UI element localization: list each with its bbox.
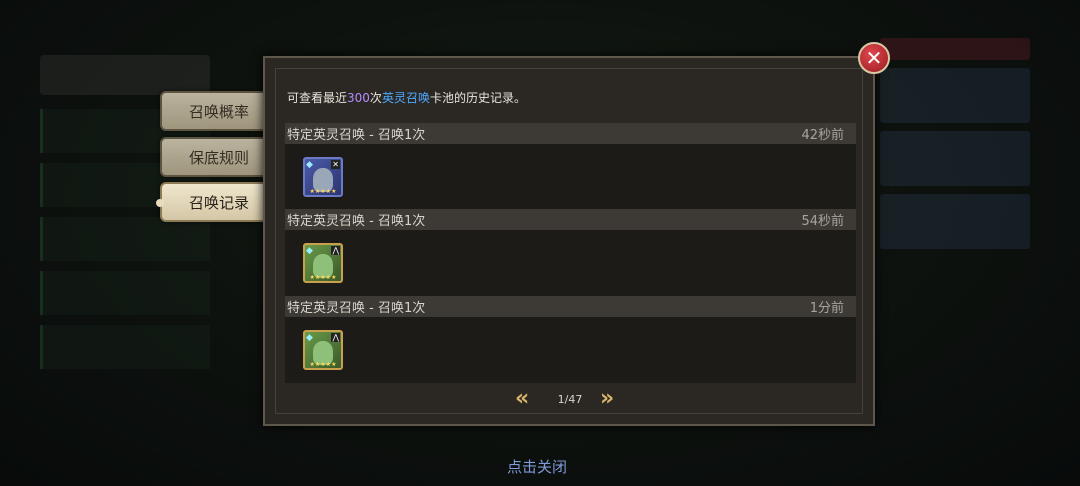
element-icon: ◆ (306, 246, 313, 256)
notice-suffix: 卡池的历史记录。 (429, 91, 526, 105)
element-icon: ◆ (306, 160, 313, 170)
next-page-button[interactable]: » (600, 388, 614, 410)
record-time: 1分前 (809, 301, 844, 316)
hero-card-icon[interactable]: ◆ ⋀ ★★★★★ (303, 243, 343, 283)
record-time: 54秒前 (801, 214, 844, 229)
active-tab-indicator (156, 199, 164, 207)
record-body: ◆ ✕ ★★★★★ (285, 144, 856, 210)
tab-label: 召唤概率 (188, 102, 249, 121)
record-header: 特定英灵召唤 - 召唤1次 54秒前 (285, 209, 856, 230)
hero-card-icon[interactable]: ◆ ⋀ ★★★★★ (303, 330, 343, 370)
page-indicator: 1/47 (557, 393, 583, 406)
record-body: ◆ ⋀ ★★★★★ (285, 230, 856, 296)
record-header: 特定英灵召唤 - 召唤1次 42秒前 (285, 123, 856, 144)
background-team-panel (880, 30, 1030, 330)
class-icon: ✕ (331, 160, 340, 169)
record-title: 特定英灵召唤 - 召唤1次 (287, 214, 426, 229)
previous-page-button[interactable]: « (515, 388, 529, 410)
notice-prefix: 可查看最近 (287, 91, 348, 105)
record-header: 特定英灵召唤 - 召唤1次 1分前 (285, 296, 856, 317)
class-icon: ⋀ (331, 333, 340, 342)
star-rating-icon: ★★★★★ (309, 361, 337, 368)
pagination: « 1/47 » (515, 388, 625, 412)
close-icon: ✕ (865, 46, 883, 70)
tab-label: 召唤记录 (188, 193, 249, 212)
record-body: ◆ ⋀ ★★★★★ (285, 317, 856, 383)
notice-count: 300 (347, 91, 370, 105)
record-title: 特定英灵召唤 - 召唤1次 (287, 128, 426, 143)
notice-pool-name: 英灵召唤 (381, 91, 430, 105)
hero-card-icon[interactable]: ◆ ✕ ★★★★★ (303, 157, 343, 197)
record-time: 42秒前 (801, 128, 844, 143)
class-icon: ⋀ (331, 246, 340, 255)
record-title: 特定英灵召唤 - 召唤1次 (287, 301, 426, 316)
history-notice: 可查看最近300次英灵召唤卡池的历史记录。 (287, 89, 526, 106)
tab-summon-probability[interactable]: 召唤概率 (160, 91, 278, 131)
tab-pity-rules[interactable]: 保底规则 (160, 137, 278, 177)
tab-label: 保底规则 (188, 148, 249, 167)
notice-mid: 次 (369, 91, 382, 105)
star-rating-icon: ★★★★★ (309, 274, 337, 281)
tap-to-close-hint[interactable]: 点击关闭 (507, 456, 567, 477)
star-rating-icon: ★★★★★ (309, 188, 337, 195)
element-icon: ◆ (306, 333, 313, 343)
close-button[interactable]: ✕ (858, 42, 890, 74)
tab-summon-history[interactable]: 召唤记录 (156, 182, 278, 222)
